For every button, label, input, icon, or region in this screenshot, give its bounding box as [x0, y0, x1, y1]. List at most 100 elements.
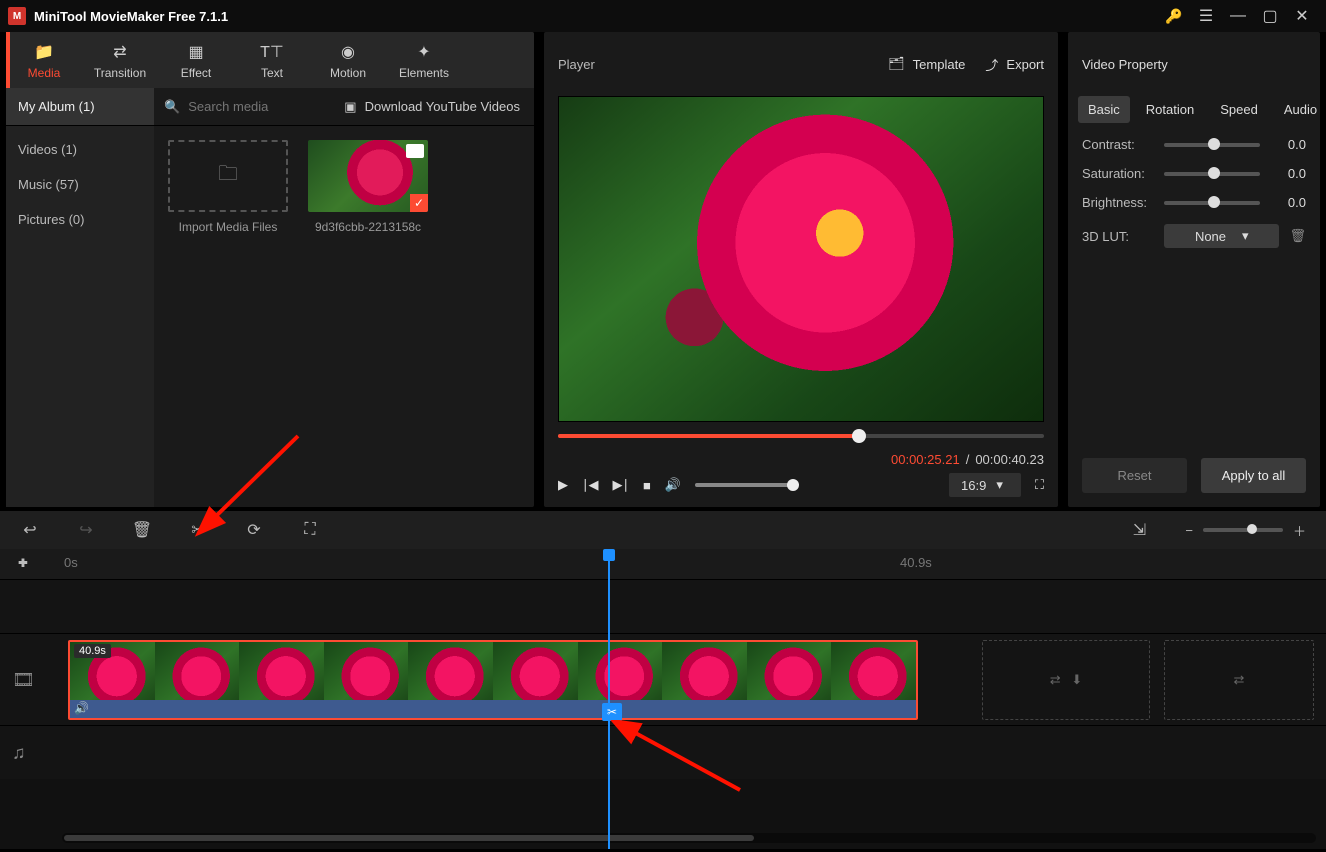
fit-timeline-icon[interactable]: ⇲ — [1129, 520, 1149, 540]
sidebar-item-videos[interactable]: Videos (1) — [6, 132, 154, 167]
folder-open-icon: 🗀 — [218, 159, 238, 193]
search-input[interactable] — [188, 99, 308, 114]
timeline-toolbar: ↩ ↪ 🗑 ✂ ⟳ ⛶ ⇲ − ＋ — [0, 511, 1326, 549]
delete-lut-icon[interactable]: 🗑 — [1289, 228, 1306, 244]
saturation-slider[interactable] — [1164, 172, 1260, 176]
timeline-ruler[interactable]: 🞧 0s 40.9s — [0, 549, 1326, 579]
prop-tab-rotation[interactable]: Rotation — [1136, 96, 1204, 123]
apply-all-button[interactable]: Apply to all — [1201, 458, 1306, 493]
redo-button[interactable]: ↪ — [76, 520, 96, 540]
player-panel: Player 🗂 Template ⤴ Export 00:00:25.21 /… — [544, 32, 1058, 507]
prev-frame-button[interactable]: ∣◀ — [582, 477, 599, 493]
lut-value: None — [1195, 229, 1226, 244]
saturation-value: 0.0 — [1270, 166, 1306, 181]
contrast-label: Contrast: — [1082, 137, 1154, 152]
tab-label: Media — [28, 66, 61, 80]
tab-label: Motion — [330, 66, 366, 80]
current-time: 00:00:25.21 — [891, 452, 960, 467]
property-panel: Video Property Basic Rotation Speed Audi… — [1068, 32, 1320, 507]
import-media-card[interactable]: 🗀 Import Media Files — [168, 140, 288, 493]
chevron-down-icon: ▾ — [1242, 228, 1249, 244]
clip-thumbnail: ✓ — [308, 140, 428, 212]
download-youtube-button[interactable]: ▣ Download YouTube Videos — [344, 88, 534, 125]
tab-label: Elements — [399, 66, 449, 80]
seek-bar[interactable] — [558, 434, 1044, 448]
brightness-slider[interactable] — [1164, 201, 1260, 205]
tab-transition[interactable]: ⇄ Transition — [82, 32, 158, 88]
close-button[interactable]: ✕ — [1286, 0, 1318, 32]
zoom-slider[interactable] — [1203, 528, 1283, 532]
tab-effect[interactable]: ▦ Effect — [158, 32, 234, 88]
next-frame-button[interactable]: ▶∣ — [613, 477, 630, 493]
album-label[interactable]: My Album (1) — [6, 88, 154, 125]
transition-dropzone[interactable]: ⇄ — [1164, 640, 1314, 720]
total-time: 00:00:40.23 — [975, 452, 1044, 467]
property-title: Video Property — [1082, 57, 1168, 72]
contrast-slider[interactable] — [1164, 143, 1260, 147]
undo-button[interactable]: ↩ — [20, 520, 40, 540]
transition-dropzone[interactable]: ⇄ ⬇ — [982, 640, 1150, 720]
time-separator: / — [966, 452, 970, 467]
split-button[interactable]: ✂ — [188, 520, 208, 540]
volume-icon[interactable]: 🔊 — [665, 477, 681, 493]
transition-icon: ⇄ — [113, 42, 126, 60]
chevron-down-icon: ▾ — [996, 477, 1003, 493]
video-clip[interactable]: 40.9s 🔊 — [68, 640, 918, 720]
add-track-icon[interactable]: 🞧 — [18, 555, 28, 571]
app-title: MiniTool MovieMaker Free 7.1.1 — [34, 9, 228, 24]
delete-button[interactable]: 🗑 — [132, 520, 152, 540]
clip-duration: 40.9s — [74, 644, 111, 658]
text-track[interactable] — [0, 579, 1326, 633]
playhead[interactable] — [608, 549, 610, 849]
search-box[interactable]: 🔍 — [154, 88, 344, 125]
export-icon: ⤴ — [985, 55, 998, 74]
sidebar-item-pictures[interactable]: Pictures (0) — [6, 202, 154, 237]
crop-button[interactable]: ⛶ — [300, 520, 320, 540]
upgrade-key-icon[interactable]: 🔑 — [1158, 0, 1190, 32]
player-title: Player — [558, 57, 595, 72]
timeline-scrollbar[interactable] — [62, 833, 1316, 843]
stop-button[interactable]: ■ — [643, 478, 651, 493]
zoom-in-button[interactable]: ＋ — [1293, 521, 1306, 540]
aspect-value: 16:9 — [961, 478, 986, 493]
prop-tab-speed[interactable]: Speed — [1210, 96, 1268, 123]
minimize-button[interactable]: ― — [1222, 0, 1254, 32]
play-button[interactable]: ▶ — [558, 477, 568, 493]
lut-select[interactable]: None ▾ — [1164, 224, 1279, 248]
export-button[interactable]: ⤴ Export — [985, 55, 1044, 74]
clip-name: 9d3f6cbb-2213158c — [315, 220, 421, 234]
zoom-out-button[interactable]: − — [1185, 523, 1193, 538]
maximize-button[interactable]: ▢ — [1254, 0, 1286, 32]
prop-tab-basic[interactable]: Basic — [1078, 96, 1130, 123]
folder-icon: 📁 — [34, 42, 54, 60]
tab-text[interactable]: T⊤ Text — [234, 32, 310, 88]
volume-slider[interactable] — [695, 483, 795, 487]
speaker-icon: 🔊 — [74, 701, 89, 715]
tab-label: Text — [261, 66, 283, 80]
speed-button[interactable]: ⟳ — [244, 520, 264, 540]
aspect-ratio-select[interactable]: 16:9 ▾ — [949, 473, 1021, 497]
reset-button[interactable]: Reset — [1082, 458, 1187, 493]
fullscreen-button[interactable]: ⛶ — [1035, 477, 1044, 493]
ruler-end: 40.9s — [900, 555, 932, 570]
split-marker-icon[interactable]: ✂ — [602, 703, 622, 721]
audio-track[interactable]: ♫ — [0, 725, 1326, 779]
motion-icon: ◉ — [341, 42, 355, 60]
timeline: 🞧 0s 40.9s 🎞 40.9s 🔊 ⇄ ⬇ ⇄ ♫ ✂ — [0, 549, 1326, 849]
menu-icon[interactable]: ☰ — [1190, 0, 1222, 32]
text-icon: T⊤ — [260, 42, 284, 60]
tab-motion[interactable]: ◉ Motion — [310, 32, 386, 88]
tab-media[interactable]: 📁 Media — [6, 32, 82, 88]
contrast-value: 0.0 — [1270, 137, 1306, 152]
prop-tab-audio[interactable]: Audio — [1274, 96, 1326, 123]
sidebar-item-music[interactable]: Music (57) — [6, 167, 154, 202]
video-preview[interactable] — [558, 96, 1044, 422]
media-sidebar: Videos (1) Music (57) Pictures (0) — [6, 126, 154, 507]
media-clip-card[interactable]: ✓ 9d3f6cbb-2213158c — [308, 140, 428, 493]
download-youtube-label: Download YouTube Videos — [365, 99, 520, 114]
search-icon: 🔍 — [164, 99, 180, 115]
tab-elements[interactable]: ✦ Elements — [386, 32, 462, 88]
template-button[interactable]: 🗂 Template — [888, 56, 965, 72]
import-media-label: Import Media Files — [179, 220, 278, 234]
video-track[interactable]: 🎞 40.9s 🔊 ⇄ ⬇ ⇄ — [0, 633, 1326, 725]
